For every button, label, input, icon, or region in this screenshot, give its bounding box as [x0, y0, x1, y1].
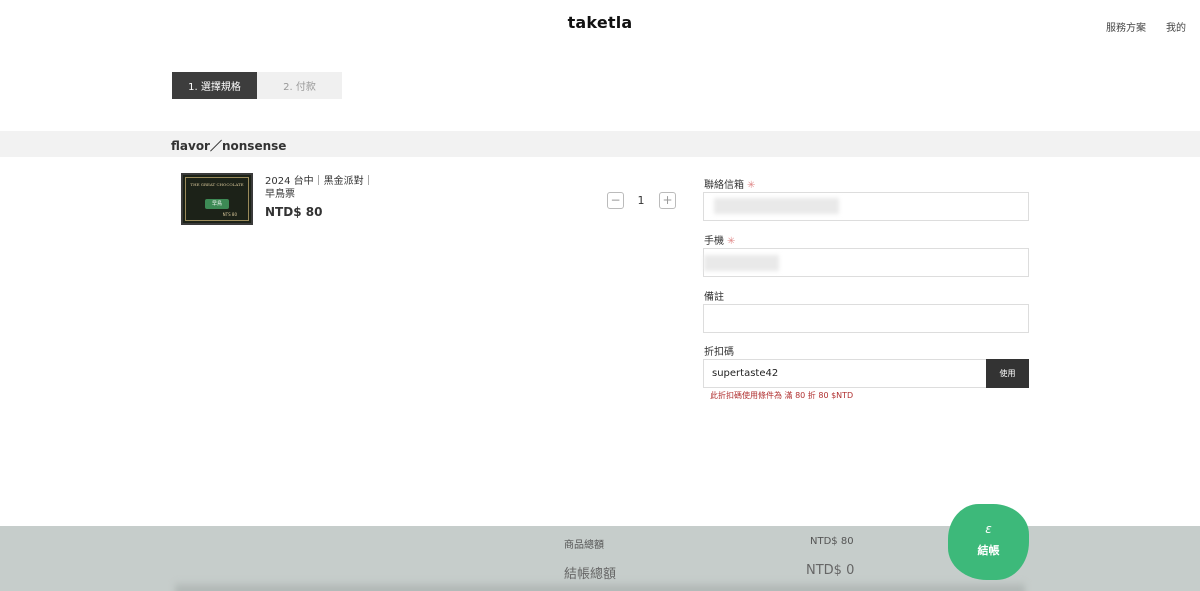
- nav-item-mine[interactable]: 我的: [1166, 19, 1186, 34]
- shop-name: flavor／nonsense: [171, 139, 287, 153]
- phone-label-text: 手機: [704, 236, 724, 247]
- quantity-value: 1: [637, 194, 645, 207]
- total-value: NTD$ 0: [806, 563, 855, 578]
- quantity-decrease-button[interactable]: −: [607, 192, 624, 209]
- coupon-message: 此折扣碼使用條件為 滿 80 折 80 $NTD: [710, 391, 854, 400]
- thumbnail-price: NTS 80: [222, 212, 237, 217]
- quantity-increase-button[interactable]: +: [659, 192, 676, 209]
- thumbnail-title: THE GREAT CHOCOLATE: [190, 182, 244, 187]
- checkout-icon: ɛ: [985, 522, 992, 536]
- app-logo[interactable]: taketla: [0, 13, 1200, 32]
- checkout-button[interactable]: ɛ 結帳: [948, 504, 1029, 580]
- subtotal-label: 商品總額: [564, 540, 604, 551]
- redacted-phone: [704, 255, 779, 271]
- note-field[interactable]: [703, 304, 1029, 333]
- checkout-label: 結帳: [977, 544, 1000, 557]
- nav-item-plans[interactable]: 服務方案: [1106, 19, 1146, 34]
- email-field[interactable]: [703, 192, 1029, 221]
- phone-label: 手機 ✳: [704, 232, 735, 247]
- summary-shadow: [175, 582, 1025, 591]
- step-payment[interactable]: 2. 付款: [257, 72, 342, 99]
- phone-field[interactable]: [703, 248, 1029, 277]
- product-price: NTD$ 80: [265, 205, 323, 219]
- apply-coupon-button[interactable]: 使用: [986, 359, 1029, 388]
- shop-bar: flavor／nonsense: [0, 131, 1200, 157]
- redacted-email: [714, 198, 839, 214]
- subtotal-value: NTD$ 80: [810, 536, 854, 547]
- product-thumbnail: THE GREAT CHOCOLATE 早鳥 NTS 80: [181, 173, 253, 225]
- required-mark: ✳: [747, 180, 756, 191]
- product-title: 2024 台中｜黑金派對｜早鳥票: [265, 176, 374, 200]
- checkout-steps: 1. 選擇規格 2. 付款: [172, 72, 342, 99]
- note-label: 備註: [704, 292, 724, 303]
- thumbnail-badge: 早鳥: [205, 199, 229, 209]
- step-select-spec[interactable]: 1. 選擇規格: [172, 72, 257, 99]
- coupon-input[interactable]: supertaste42: [703, 359, 987, 388]
- required-mark: ✳: [727, 236, 736, 247]
- top-nav: 服務方案 我的: [1106, 19, 1186, 34]
- email-label: 聯絡信箱 ✳: [704, 176, 755, 191]
- coupon-label: 折扣碼: [704, 347, 734, 358]
- total-label: 結帳總額: [564, 567, 617, 582]
- email-label-text: 聯絡信箱: [704, 180, 744, 191]
